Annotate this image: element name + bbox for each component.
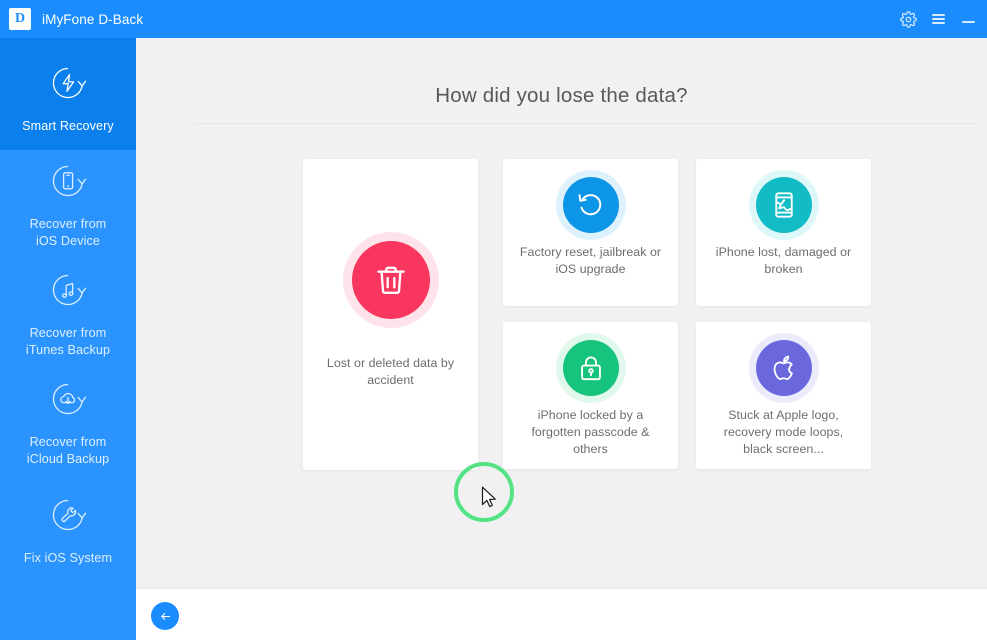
app-logo-icon: D	[9, 8, 31, 30]
page-title: How did you lose the data?	[435, 84, 688, 107]
card-label: Lost or deleted data by accident	[326, 355, 455, 387]
trash-icon-badge	[351, 240, 430, 319]
card-lost-or-deleted-data[interactable]: Lost or deleted data by accident	[303, 159, 478, 470]
apple-logo-icon-badge	[755, 340, 812, 396]
gear-icon	[899, 10, 917, 28]
app-title: iMyFone D-Back	[42, 11, 144, 27]
hamburger-menu-icon	[931, 11, 945, 26]
lock-icon-badge	[562, 340, 619, 396]
trash-icon	[376, 266, 405, 294]
title-bar: D iMyFone D-Back	[0, 0, 987, 38]
cracked-phone-icon-badge	[755, 177, 812, 233]
minimize-button[interactable]	[953, 0, 983, 38]
sidebar-item-smart-recovery[interactable]: Smart Recovery	[0, 38, 136, 150]
music-refresh-icon	[48, 270, 88, 315]
lock-icon	[580, 356, 601, 381]
card-stuck-apple-logo[interactable]: Stuck at Apple logo, recovery mode loops…	[696, 322, 871, 469]
apple-logo-icon	[773, 355, 793, 380]
sidebar: Smart Recovery Recover from iOS Device R…	[0, 38, 136, 640]
wrench-refresh-icon	[48, 495, 88, 540]
reset-icon-badge	[562, 177, 619, 233]
sidebar-item-label: Fix iOS System	[23, 551, 113, 565]
settings-button[interactable]	[893, 0, 923, 38]
sidebar-item-label: Smart Recovery	[22, 119, 114, 133]
minimize-icon	[961, 21, 975, 23]
phone-refresh-icon	[48, 161, 88, 206]
sidebar-item-label: Recover from iTunes Backup	[25, 326, 111, 357]
cracked-phone-icon	[774, 192, 793, 218]
menu-button[interactable]	[923, 0, 953, 38]
app-window: D iMyFone D-Back Smart Recovery Recover …	[0, 0, 987, 640]
card-label: iPhone locked by a forgotten passcode & …	[531, 408, 650, 456]
bottom-bar	[136, 588, 987, 640]
sidebar-item-recover-from-icloud-backup[interactable]: Recover from iCloud Backup	[0, 369, 136, 477]
card-label: Stuck at Apple logo, recovery mode loops…	[723, 408, 844, 456]
card-label: Factory reset, jailbreak or iOS upgrade	[519, 245, 662, 276]
sidebar-item-fix-ios-system[interactable]: Fix iOS System	[0, 477, 136, 585]
sidebar-item-recover-from-itunes-backup[interactable]: Recover from iTunes Backup	[0, 260, 136, 369]
main-content: How did you lose the data? Lost or delet…	[136, 38, 987, 588]
sidebar-item-label: Recover from iCloud Backup	[26, 434, 110, 466]
card-iphone-locked[interactable]: iPhone locked by a forgotten passcode & …	[503, 322, 678, 469]
card-factory-reset[interactable]: Factory reset, jailbreak or iOS upgrade	[503, 159, 678, 306]
cloud-download-refresh-icon	[48, 379, 88, 424]
arrow-left-icon	[160, 612, 170, 620]
header-divider	[195, 123, 976, 124]
bolt-refresh-icon	[48, 63, 88, 108]
title-bar-controls	[893, 0, 987, 38]
back-button[interactable]	[151, 602, 179, 630]
app-logo-letter: D	[14, 11, 26, 26]
sidebar-item-label: Recover from iOS Device	[29, 216, 107, 248]
card-label: iPhone lost, damaged or broken	[715, 245, 852, 276]
reset-circular-arrow-icon	[578, 194, 601, 216]
card-iphone-lost-damaged[interactable]: iPhone lost, damaged or broken	[696, 159, 871, 306]
sidebar-item-recover-from-ios-device[interactable]: Recover from iOS Device	[0, 150, 136, 260]
